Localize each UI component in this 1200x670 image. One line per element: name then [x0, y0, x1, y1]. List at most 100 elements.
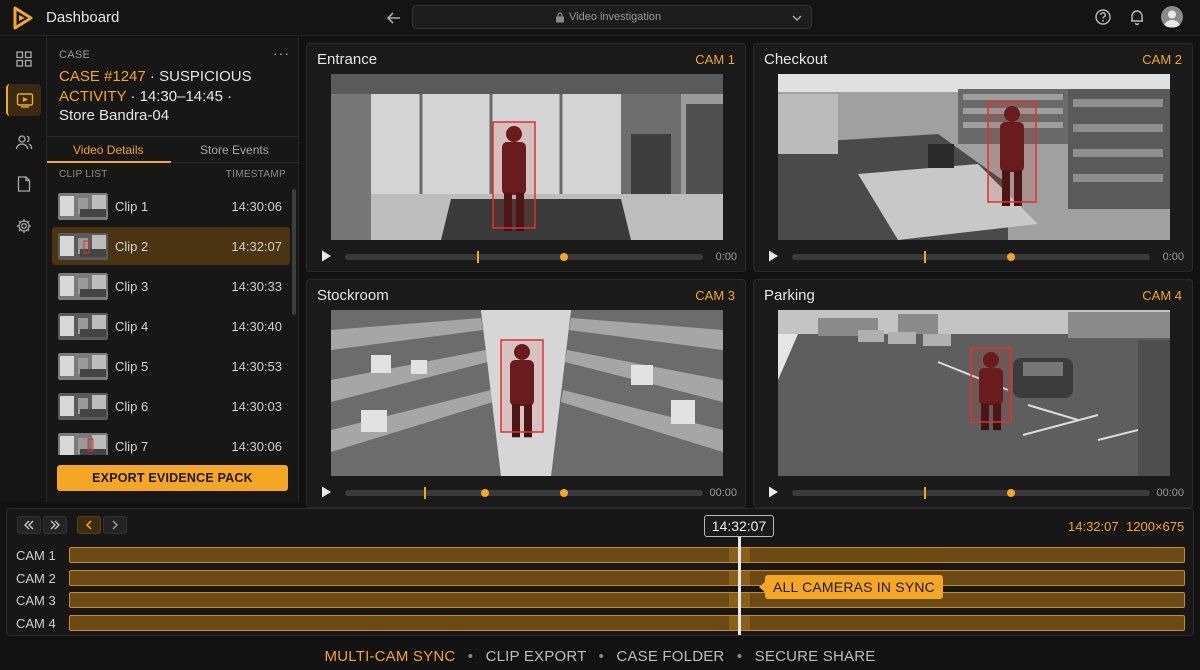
video-icon[interactable] [6, 84, 41, 116]
clip-row[interactable]: Clip 1 14:30:06 [52, 187, 290, 225]
scrubber-handle[interactable] [559, 489, 568, 497]
address-bar[interactable]: Video investigation [412, 5, 812, 29]
video-time: 00:00 [1156, 487, 1184, 499]
left-rail [0, 37, 47, 502]
footer-separator: • [467, 648, 474, 665]
clip-row[interactable]: Clip 3 14:30:33 [52, 267, 290, 305]
video-scrubber[interactable] [345, 487, 703, 499]
video-time: 0:00 [715, 251, 737, 263]
users-icon[interactable] [6, 126, 41, 158]
camera-track[interactable] [69, 592, 1185, 608]
camera-title: Parking [764, 287, 815, 304]
scrubber-handle[interactable] [1006, 253, 1015, 261]
camera-feed[interactable] [778, 310, 1170, 476]
chevron-down-icon[interactable] [791, 12, 803, 24]
clip-list-scrollbar[interactable] [292, 189, 296, 449]
footer-separator: • [598, 648, 605, 665]
scrubber-handle[interactable] [1006, 489, 1015, 497]
clip-name: Clip 7 [115, 439, 149, 454]
playhead-time[interactable]: 14:32:07 [704, 515, 774, 537]
tab-video-details[interactable]: Video Details [73, 143, 144, 157]
frame-dimensions: 1200×675 [1126, 519, 1185, 534]
camera-track[interactable] [69, 547, 1185, 563]
detection-box[interactable] [492, 121, 536, 229]
back-arrow-icon[interactable] [384, 8, 404, 28]
skip-forward-icon[interactable] [43, 516, 67, 534]
play-icon[interactable] [766, 485, 780, 499]
track-label: CAM 1 [16, 548, 56, 563]
bell-icon[interactable] [1128, 8, 1146, 26]
detection-box[interactable] [970, 347, 1012, 423]
clip-timestamp: 14:30:06 [231, 199, 282, 214]
clip-row[interactable]: Clip 2 14:32:07 [52, 227, 290, 265]
clip-name: Clip 6 [115, 399, 149, 414]
video-controls: 0:00 [307, 242, 745, 271]
play-icon[interactable] [319, 249, 333, 263]
step-back-icon[interactable] [77, 516, 101, 534]
track-label: CAM 4 [16, 615, 56, 631]
playhead-line[interactable] [738, 537, 741, 635]
play-icon[interactable] [766, 249, 780, 263]
feature-case-folder: CASE FOLDER [616, 648, 725, 665]
clip-thumbnail [58, 273, 108, 300]
track-label: CAM 3 [16, 593, 56, 608]
user-avatar-icon[interactable] [1161, 6, 1183, 28]
camera-id: CAM 1 [695, 52, 735, 67]
sync-timeline: 14:32:07 14:32:07 1200×675 CAM 1 CAM 2 CAM… [6, 508, 1194, 636]
clip-timestamp: 14:30:33 [231, 279, 282, 294]
camera-track[interactable] [69, 614, 1185, 631]
clip-thumbnail [58, 193, 108, 220]
document-icon[interactable] [6, 168, 41, 200]
sync-badge: ALL CAMERAS IN SYNC [765, 575, 943, 599]
tab-store-events[interactable]: Store Events [200, 143, 269, 157]
skip-back-icon[interactable] [17, 516, 41, 534]
clip-row[interactable]: Clip 5 14:30:53 [52, 347, 290, 385]
camera-panel: Entrance CAM 1 0:00 [306, 43, 746, 272]
camera-track[interactable] [69, 569, 1185, 586]
scrollbar-thumb[interactable] [292, 189, 296, 315]
video-scrubber[interactable] [345, 251, 703, 263]
step-forward-icon[interactable] [103, 516, 127, 534]
case-title: CASE #1247 · SUSPICIOUS ACTIVITY · 14:30… [59, 67, 295, 126]
camera-feed[interactable] [331, 74, 723, 240]
clip-row[interactable]: Clip 6 14:30:03 [52, 387, 290, 425]
case-panel: CASE ··· CASE #1247 · SUSPICIOUS ACTIVIT… [47, 37, 299, 502]
camera-feed[interactable] [778, 74, 1170, 240]
feature-clip-export: CLIP EXPORT [485, 648, 587, 665]
help-icon[interactable] [1094, 8, 1112, 26]
event-marker[interactable] [481, 489, 490, 497]
video-time: 0:00 [1162, 251, 1184, 263]
scrubber-handle[interactable] [559, 253, 568, 261]
video-controls: 0:00 [754, 242, 1192, 271]
case-title-part1: SUSPICIOUS [159, 68, 252, 85]
detection-box[interactable] [987, 101, 1037, 203]
clip-name: Clip 2 [115, 239, 149, 254]
clip-row[interactable]: Clip 4 14:30:40 [52, 307, 290, 345]
clip-name: Clip 5 [115, 359, 149, 374]
detection-box[interactable] [500, 339, 544, 433]
clip-name: Clip 1 [115, 199, 149, 214]
camera-title: Checkout [764, 51, 828, 68]
clip-timestamp: 14:30:03 [231, 399, 282, 414]
case-store: Store Bandra-04 [59, 107, 170, 124]
video-time: 00:00 [709, 487, 737, 499]
logo-icon [13, 6, 33, 30]
export-evidence-button[interactable]: EXPORT EVIDENCE PACK [57, 465, 288, 491]
camera-id: CAM 2 [1142, 52, 1182, 67]
camera-feed[interactable] [331, 310, 723, 476]
video-scrubber[interactable] [792, 487, 1150, 499]
camera-id: CAM 4 [1142, 288, 1182, 303]
clip-thumbnail [58, 313, 108, 340]
more-options-icon[interactable]: ··· [273, 45, 290, 61]
grid-icon[interactable] [6, 43, 41, 75]
play-icon[interactable] [319, 485, 333, 499]
video-scrubber[interactable] [792, 251, 1150, 263]
video-controls: 00:00 [754, 478, 1192, 507]
camera-id: CAM 3 [695, 288, 735, 303]
top-bar: Dashboard Video investigation [0, 0, 1200, 36]
clip-row[interactable]: Clip 7 14:30:06 [52, 427, 290, 455]
gear-icon[interactable] [6, 210, 41, 242]
video-controls: 00:00 [307, 478, 745, 507]
clip-thumbnail [58, 233, 108, 260]
current-time-readout: 14:32:07 [1068, 519, 1119, 534]
